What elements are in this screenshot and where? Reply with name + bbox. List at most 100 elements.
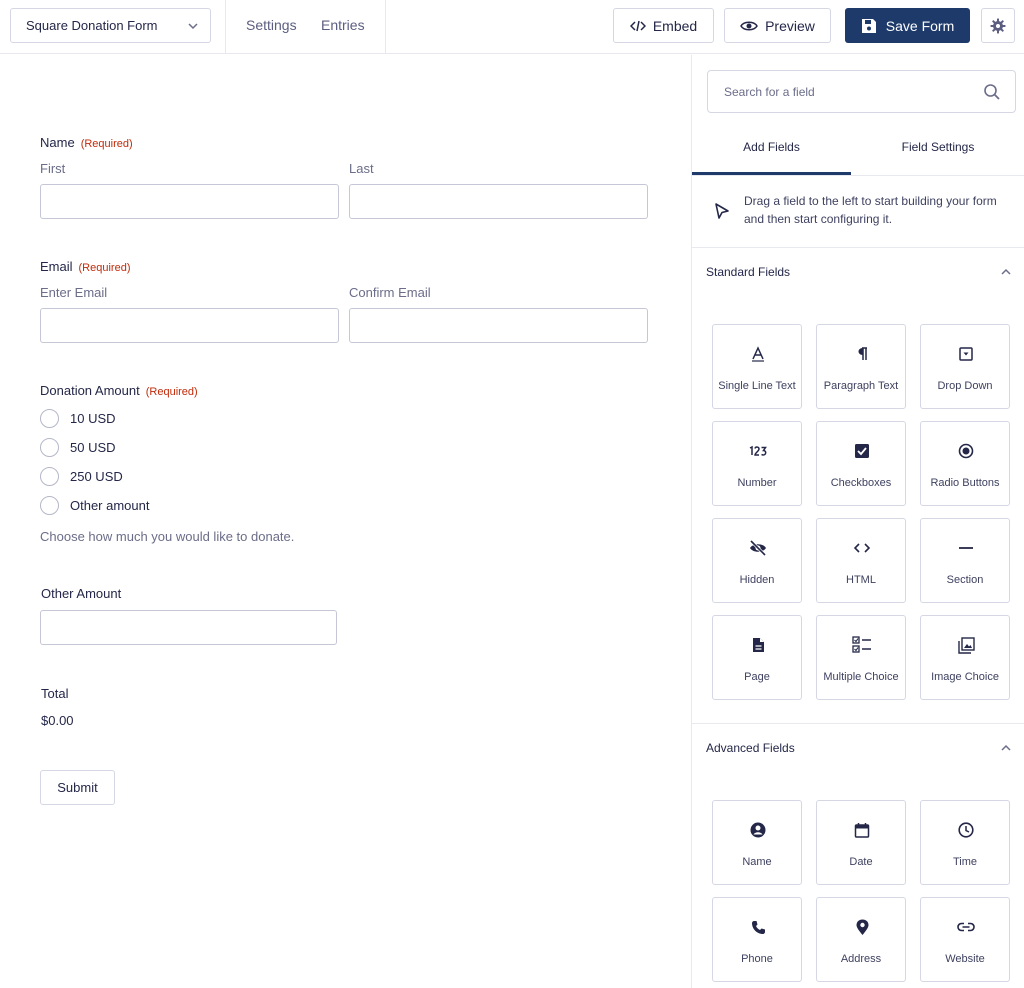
required-indicator: (Required) bbox=[145, 386, 198, 398]
person-icon bbox=[748, 820, 768, 840]
field-tile-time[interactable]: Time bbox=[920, 800, 1010, 885]
total-label: Total bbox=[41, 686, 69, 701]
email-input[interactable] bbox=[40, 308, 339, 343]
field-tile-label: Image Choice bbox=[931, 671, 999, 683]
preview-button[interactable]: Preview bbox=[724, 8, 831, 43]
radio-option[interactable]: 10 USD bbox=[40, 409, 116, 428]
field-tile-single-line-text[interactable]: Single Line Text bbox=[712, 324, 802, 409]
divider bbox=[385, 0, 386, 54]
field-tile-page[interactable]: Page bbox=[712, 615, 802, 700]
last-name-sublabel: Last bbox=[349, 161, 374, 176]
save-form-button[interactable]: Save Form bbox=[845, 8, 970, 43]
field-tile-label: Paragraph Text bbox=[823, 380, 899, 392]
form-selector[interactable]: Square Donation Form bbox=[10, 8, 211, 43]
field-tile-label: Date bbox=[849, 856, 873, 868]
field-tile-html[interactable]: HTML bbox=[816, 518, 906, 603]
field-tile-drop-down[interactable]: Drop Down bbox=[920, 324, 1010, 409]
phone-icon bbox=[748, 917, 768, 937]
field-tile-label: Multiple Choice bbox=[823, 671, 899, 683]
other-amount-label: Other Amount bbox=[41, 586, 122, 601]
dropdown-icon bbox=[956, 344, 976, 364]
field-tile-date[interactable]: Date bbox=[816, 800, 906, 885]
field-tile-label: Hidden bbox=[739, 574, 775, 586]
field-tile-label: HTML bbox=[846, 574, 876, 586]
field-tile-paragraph-text[interactable]: Paragraph Text bbox=[816, 324, 906, 409]
field-tile-label: Section bbox=[946, 574, 984, 586]
settings-gear-button[interactable] bbox=[981, 8, 1015, 43]
total-value: $0.00 bbox=[41, 713, 74, 728]
field-tile-radio-buttons[interactable]: Radio Buttons bbox=[920, 421, 1010, 506]
field-tile-label: Number bbox=[737, 477, 777, 489]
drag-hint: Drag a field to the left to start buildi… bbox=[744, 194, 997, 226]
chevron-up-icon[interactable] bbox=[999, 741, 1013, 755]
field-search-input[interactable]: Search for a field bbox=[707, 70, 1016, 113]
entries-link[interactable]: Entries bbox=[321, 17, 365, 33]
confirm-email-sublabel: Confirm Email bbox=[349, 285, 431, 300]
advanced-fields-title[interactable]: Advanced Fields bbox=[706, 741, 795, 755]
last-name-input[interactable] bbox=[349, 184, 648, 219]
field-tile-label: Drop Down bbox=[937, 380, 993, 392]
radio-icon bbox=[956, 441, 976, 461]
required-indicator: (Required) bbox=[80, 138, 133, 150]
radio-option-label: 50 USD bbox=[70, 440, 116, 455]
standard-fields-title[interactable]: Standard Fields bbox=[706, 265, 790, 279]
save-icon bbox=[861, 18, 876, 33]
multiple-choice-icon bbox=[852, 635, 872, 655]
first-name-sublabel: First bbox=[40, 161, 66, 176]
radio-option[interactable]: 250 USD bbox=[40, 467, 123, 486]
code-icon bbox=[852, 538, 872, 558]
email-field-label: Email (Required) bbox=[40, 259, 130, 274]
embed-button[interactable]: Embed bbox=[613, 8, 714, 43]
name-field-label: Name (Required) bbox=[40, 135, 133, 150]
field-tile-website[interactable]: Website bbox=[920, 897, 1010, 982]
field-tile-label: Phone bbox=[741, 953, 773, 965]
field-tile-phone[interactable]: Phone bbox=[712, 897, 802, 982]
radio-button[interactable] bbox=[40, 438, 59, 457]
radio-button[interactable] bbox=[40, 409, 59, 428]
donation-description: Choose how much you would like to donate… bbox=[40, 529, 295, 544]
radio-option[interactable]: 50 USD bbox=[40, 438, 116, 457]
page-icon bbox=[748, 635, 768, 655]
calendar-icon bbox=[852, 820, 872, 840]
tab-field-settings[interactable]: Field Settings bbox=[851, 140, 1024, 175]
clock-icon bbox=[956, 820, 976, 840]
divider bbox=[225, 0, 226, 54]
field-tile-label: Radio Buttons bbox=[930, 477, 1000, 489]
submit-button[interactable]: Submit bbox=[40, 770, 115, 805]
search-placeholder: Search for a field bbox=[724, 84, 815, 99]
submit-label: Submit bbox=[57, 780, 98, 795]
field-tile-checkboxes[interactable]: Checkboxes bbox=[816, 421, 906, 506]
radio-button[interactable] bbox=[40, 467, 59, 486]
top-bar: Square Donation Form Settings Entries Em… bbox=[0, 0, 1024, 54]
tab-add-fields-label: Add Fields bbox=[743, 140, 800, 154]
field-tile-section[interactable]: Section bbox=[920, 518, 1010, 603]
confirm-email-input[interactable] bbox=[349, 308, 648, 343]
eye-icon bbox=[740, 21, 758, 30]
chevron-up-icon[interactable] bbox=[999, 265, 1013, 279]
minus-icon bbox=[956, 538, 976, 558]
field-tile-hidden[interactable]: Hidden bbox=[712, 518, 802, 603]
other-amount-input[interactable] bbox=[40, 610, 337, 645]
field-tile-number[interactable]: Number bbox=[712, 421, 802, 506]
field-tile-label: Single Line Text bbox=[718, 380, 796, 392]
tab-field-settings-label: Field Settings bbox=[901, 140, 975, 154]
radio-button[interactable] bbox=[40, 496, 59, 515]
save-form-label: Save Form bbox=[885, 17, 955, 34]
field-tile-address[interactable]: Address bbox=[816, 897, 906, 982]
image-icon bbox=[956, 635, 976, 655]
radio-option-label: Other amount bbox=[70, 498, 150, 513]
first-name-input[interactable] bbox=[40, 184, 339, 219]
field-tile-multiple-choice[interactable]: Multiple Choice bbox=[816, 615, 906, 700]
field-tile-label: Address bbox=[840, 953, 882, 965]
field-tile-name[interactable]: Name bbox=[712, 800, 802, 885]
field-tile-image-choice[interactable]: Image Choice bbox=[920, 615, 1010, 700]
chevron-down-icon bbox=[188, 23, 198, 30]
radio-option[interactable]: Other amount bbox=[40, 496, 150, 515]
required-indicator: (Required) bbox=[78, 262, 131, 274]
divider bbox=[692, 723, 1024, 724]
name-label: Name bbox=[40, 135, 75, 150]
checkbox-icon bbox=[852, 441, 872, 461]
radio-option-label: 10 USD bbox=[70, 411, 116, 426]
tab-add-fields[interactable]: Add Fields bbox=[692, 140, 851, 175]
settings-link[interactable]: Settings bbox=[246, 17, 297, 33]
